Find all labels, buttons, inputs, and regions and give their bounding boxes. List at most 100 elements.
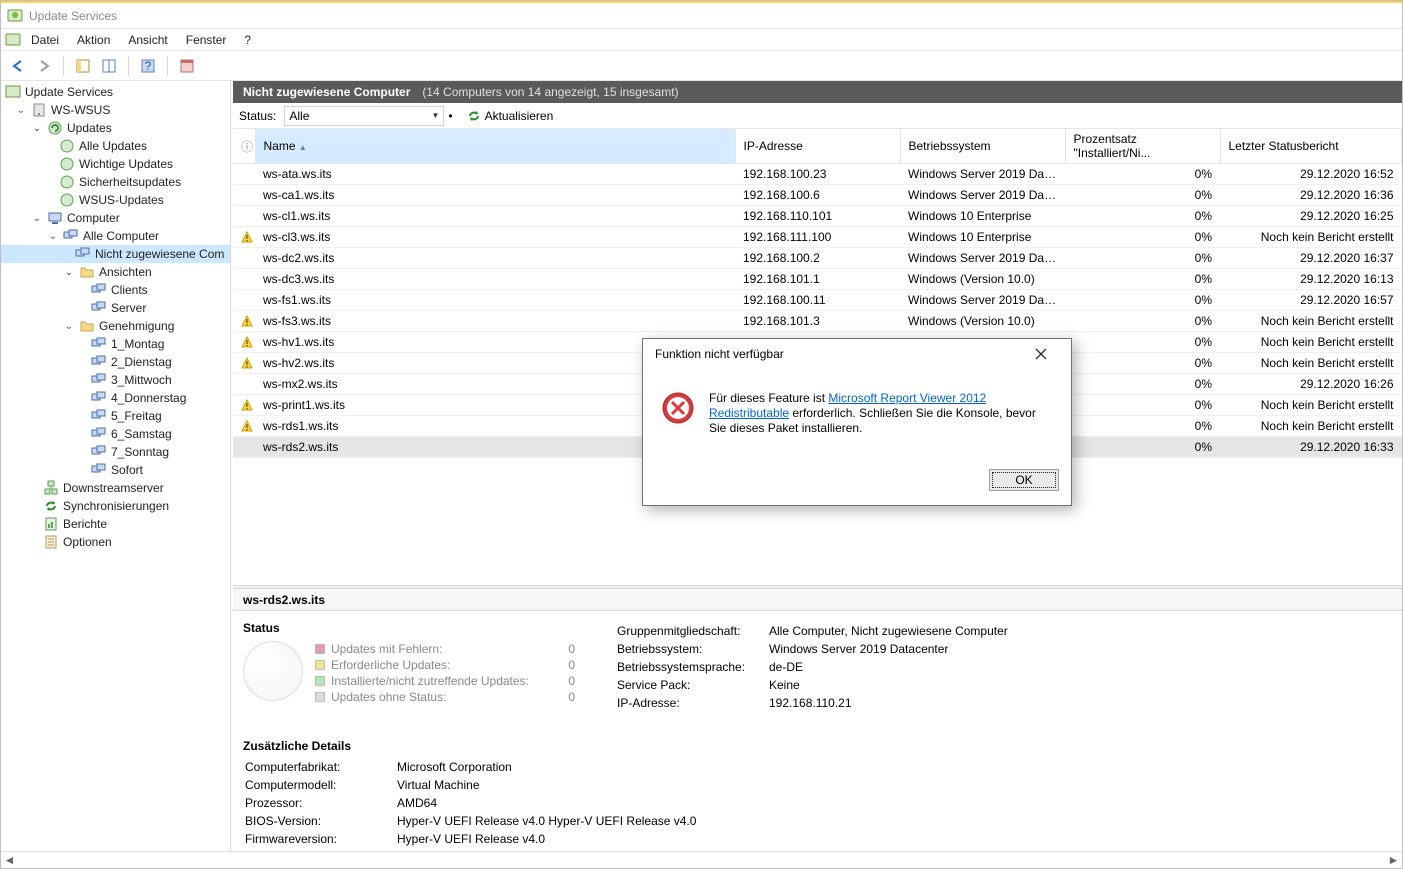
tree-item[interactable]: Wichtige Updates [1, 155, 230, 173]
legend-swatch [315, 660, 325, 670]
ok-button[interactable]: OK [989, 469, 1059, 491]
tree-all-computers[interactable]: ⌄ Alle Computer [1, 227, 230, 245]
status-value: Alle [289, 109, 309, 123]
prop-row: IP-Adresse:192.168.110.21 [617, 695, 1014, 711]
help-button[interactable]: ? [137, 55, 159, 77]
scroll-track[interactable] [18, 852, 1385, 869]
tree-server[interactable]: ⌄ WS-WSUS [1, 101, 230, 119]
col-status-icon[interactable]: ⓘ [233, 129, 255, 164]
tree-label: Sofort [111, 463, 143, 477]
tree-views[interactable]: ⌄ Ansichten [1, 263, 230, 281]
row-status-icon [233, 185, 255, 206]
scroll-right-icon[interactable]: ► [1385, 852, 1402, 869]
tree-updates[interactable]: ⌄ Updates [1, 119, 230, 137]
collapse-icon[interactable]: ⌄ [15, 105, 27, 116]
tree-item[interactable]: Server [1, 299, 230, 317]
table-row[interactable]: ws-fs3.ws.its 192.168.101.3 Windows (Ver… [233, 311, 1402, 332]
col-pct[interactable]: Prozentsatz "Installiert/Ni... [1065, 129, 1220, 164]
updates-icon [47, 120, 63, 136]
tree-item[interactable]: 6_Samstag [1, 425, 230, 443]
status-pie-icon [243, 641, 303, 701]
tree-label: Server [111, 301, 146, 315]
computer-group-icon [91, 354, 107, 370]
row-pct: 0% [1065, 164, 1220, 185]
row-ip: 192.168.100.23 [735, 164, 900, 185]
tree-reports[interactable]: Berichte [1, 515, 230, 533]
row-ip: 192.168.101.3 [735, 311, 900, 332]
collapse-icon[interactable]: ⌄ [47, 231, 59, 242]
tree-hscroll[interactable]: ◄ ► [1, 851, 1402, 868]
report-icon [43, 516, 59, 532]
prop-value: Hyper-V UEFI Release v4.0 Hyper-V UEFI R… [397, 813, 702, 829]
table-row[interactable]: ws-cl1.ws.its 192.168.110.101 Windows 10… [233, 206, 1402, 227]
menu-view[interactable]: Ansicht [120, 31, 175, 49]
table-row[interactable]: ws-dc3.ws.its 192.168.101.1 Windows (Ver… [233, 269, 1402, 290]
status-combobox[interactable]: Alle ▼ [284, 106, 444, 126]
tree-item[interactable]: 5_Freitag [1, 407, 230, 425]
tree-root[interactable]: Update Services [1, 83, 230, 101]
prop-row: Firmwareversion:Hyper-V UEFI Release v4.… [245, 831, 702, 847]
tree-item[interactable]: Sicherheitsupdates [1, 173, 230, 191]
menu-window[interactable]: Fenster [178, 31, 235, 49]
legend-count: 0 [545, 657, 575, 673]
tree-computers[interactable]: ⌄ Computer [1, 209, 230, 227]
folder-icon [79, 318, 95, 334]
table-row[interactable]: ws-ca1.ws.its 192.168.100.6 Windows Serv… [233, 185, 1402, 206]
table-row[interactable]: ws-fs1.ws.its 192.168.100.11 Windows Ser… [233, 290, 1402, 311]
col-name-label: Name [264, 139, 296, 153]
prop-value: Hyper-V UEFI Release v4.0 [397, 831, 702, 847]
prop-value: Keine [769, 677, 1014, 693]
forward-button[interactable] [33, 55, 55, 77]
tree-item[interactable]: 1_Montag [1, 335, 230, 353]
tree-options[interactable]: Optionen [1, 533, 230, 551]
prop-row: BIOS-Version:Hyper-V UEFI Release v4.0 H… [245, 813, 702, 829]
col-os[interactable]: Betriebssystem [900, 129, 1065, 164]
error-dialog: Funktion nicht verfügbar Für dieses Feat… [642, 338, 1072, 506]
tree-item[interactable]: Sofort [1, 461, 230, 479]
col-ip[interactable]: IP-Adresse [735, 129, 900, 164]
tree-sync[interactable]: Synchronisierungen [1, 497, 230, 515]
dialog-titlebar[interactable]: Funktion nicht verfügbar [643, 339, 1071, 369]
tree-item[interactable]: Clients [1, 281, 230, 299]
table-row[interactable]: ws-cl3.ws.its 192.168.111.100 Windows 10… [233, 227, 1402, 248]
row-last: Noch kein Bericht erstellt [1220, 332, 1402, 353]
tree-item[interactable]: 2_Dienstag [1, 353, 230, 371]
col-name[interactable]: Name ▲ [255, 129, 735, 164]
collapse-icon[interactable]: ⌄ [63, 321, 75, 332]
tree-item[interactable]: 4_Donnerstag [1, 389, 230, 407]
tree-item[interactable]: 7_Sonntag [1, 443, 230, 461]
refresh-button[interactable]: Aktualisieren [461, 107, 560, 125]
separator-icon [128, 56, 129, 76]
menu-action[interactable]: Aktion [69, 31, 118, 49]
menu-file[interactable]: Datei [23, 31, 67, 49]
extra-details-table: Computerfabrikat:Microsoft CorporationCo… [243, 757, 704, 851]
collapse-icon[interactable]: ⌄ [63, 267, 75, 278]
tree-approval[interactable]: ⌄ Genehmigung [1, 317, 230, 335]
tree-unassigned[interactable]: Nicht zugewiesene Com [1, 245, 230, 263]
collapse-icon[interactable]: ⌄ [31, 123, 43, 134]
row-pct: 0% [1065, 248, 1220, 269]
tree-downstream[interactable]: Downstreamserver [1, 479, 230, 497]
row-os: Windows (Version 10.0) [900, 269, 1065, 290]
row-pct: 0% [1065, 311, 1220, 332]
menu-help[interactable]: ? [236, 31, 259, 49]
back-button[interactable] [7, 55, 29, 77]
table-row[interactable]: ws-ata.ws.its 192.168.100.23 Windows Ser… [233, 164, 1402, 185]
prop-value: Alle Computer, Nicht zugewiesene Compute… [769, 623, 1014, 639]
show-tree-button[interactable] [72, 55, 94, 77]
close-button[interactable] [1021, 340, 1061, 368]
col-last[interactable]: Letzter Statusbericht [1220, 129, 1402, 164]
collapse-icon[interactable]: ⌄ [31, 213, 43, 224]
tree-item[interactable]: Alle Updates [1, 137, 230, 155]
update-item-icon [59, 138, 75, 154]
row-last: 29.12.2020 16:13 [1220, 269, 1402, 290]
panes-button[interactable] [98, 55, 120, 77]
tree-pane[interactable]: Update Services ⌄ WS-WSUS ⌄ Updates Alle… [1, 81, 231, 851]
legend-row: Updates ohne Status:0 [315, 689, 575, 705]
row-status-icon [233, 374, 255, 395]
scroll-left-icon[interactable]: ◄ [1, 852, 18, 869]
tree-item[interactable]: WSUS-Updates [1, 191, 230, 209]
extra-button[interactable] [176, 55, 198, 77]
table-row[interactable]: ws-dc2.ws.its 192.168.100.2 Windows Serv… [233, 248, 1402, 269]
tree-item[interactable]: 3_Mittwoch [1, 371, 230, 389]
